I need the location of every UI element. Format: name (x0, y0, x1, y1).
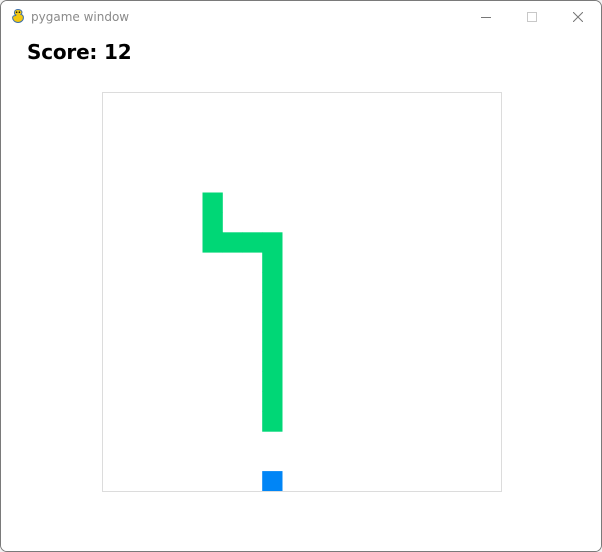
snake-segment (262, 232, 283, 253)
snake-segment (242, 232, 263, 253)
snake-segment (262, 311, 283, 333)
snake-segment (262, 252, 283, 273)
title-bar[interactable]: pygame window (1, 1, 601, 32)
snake-segment (262, 272, 283, 293)
game-board (102, 92, 502, 492)
close-button[interactable] (555, 1, 601, 32)
snake-segment (202, 212, 223, 233)
snake-segment (222, 232, 243, 253)
minimize-icon (481, 16, 491, 18)
food-pellet (262, 471, 283, 491)
pygame-snake-icon (12, 8, 24, 24)
window-title: pygame window (31, 10, 130, 24)
snake-segment (202, 232, 223, 253)
close-icon (573, 11, 583, 22)
snake-segment (262, 371, 283, 392)
maximize-icon (527, 11, 537, 22)
snake-segment (262, 331, 283, 353)
snake-head (262, 411, 283, 432)
board-drawing (202, 192, 283, 491)
pygame-window: pygame window Score: 12 (0, 0, 602, 552)
snake-segment (262, 292, 283, 313)
snake-segment (202, 192, 223, 213)
maximize-button[interactable] (509, 1, 555, 32)
snake-segment (262, 391, 283, 412)
minimize-button[interactable] (463, 1, 509, 32)
score-label: Score: 12 (27, 40, 132, 64)
game-canvas[interactable]: Score: 12 (1, 32, 601, 551)
snake-segment (262, 351, 283, 372)
